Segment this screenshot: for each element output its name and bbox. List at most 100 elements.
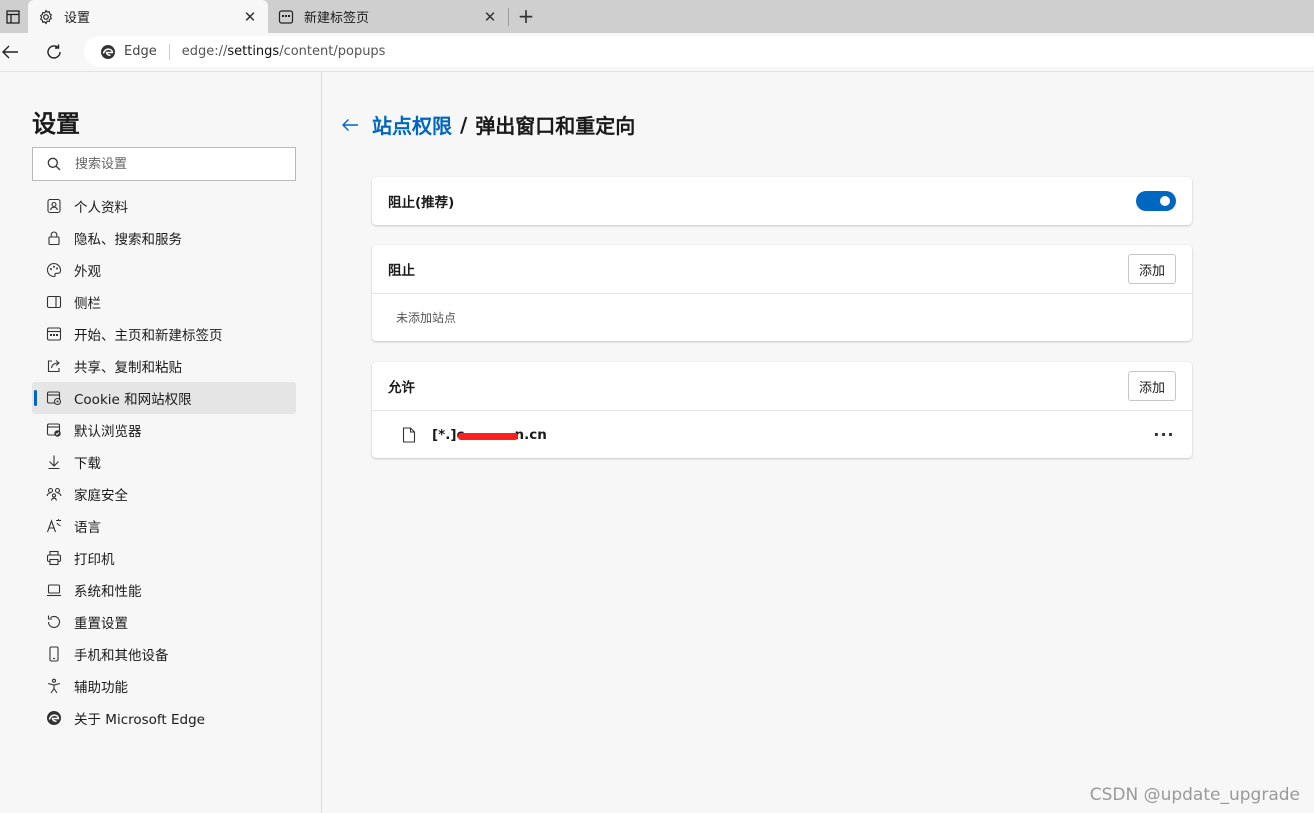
site-identity-label: Edge (124, 44, 157, 59)
profile-icon (46, 198, 62, 214)
sidebar-item-label: Cookie 和网站权限 (74, 392, 192, 408)
tab-title: 新建标签页 (304, 11, 370, 26)
sidebar-item-label: 开始、主页和新建标签页 (74, 328, 223, 344)
download-icon (46, 454, 62, 470)
sidebar-item-label: 个人资料 (74, 200, 128, 216)
sidebar-item-label: 语言 (74, 520, 101, 536)
sidebar-item-cookies[interactable]: Cookie 和网站权限 (32, 382, 296, 414)
breadcrumb: 站点权限 / 弹出窗口和重定向 (340, 110, 635, 139)
add-allow-site-button[interactable]: 添加 (1127, 371, 1176, 401)
sidebar-item-label: 辅助功能 (74, 680, 128, 696)
sidebar-item-profile[interactable]: 个人资料 (32, 190, 296, 222)
cookie-icon (46, 390, 62, 406)
sidebar-item-appearance[interactable]: 外观 (32, 254, 296, 286)
reset-icon (46, 614, 62, 630)
plus-icon: + (517, 4, 535, 28)
accessibility-icon (46, 678, 62, 694)
more-options-button[interactable]: ··· (1152, 425, 1176, 444)
search-icon (47, 157, 61, 171)
allow-section-title: 允许 (388, 380, 415, 396)
site-address: [*.]c n.cn (432, 426, 547, 443)
url-text: edge://settings/content/popups (181, 44, 386, 59)
sidebar-item-label: 家庭安全 (74, 488, 128, 504)
tab-actions-button[interactable] (0, 0, 26, 33)
refresh-icon (47, 44, 61, 59)
sidebar-item-label: 系统和性能 (74, 584, 142, 600)
sidebar-item-sidebar[interactable]: 侧栏 (32, 286, 296, 318)
breadcrumb-separator: / (460, 112, 468, 137)
lock-icon (46, 230, 62, 246)
sidebar-item-label: 手机和其他设备 (74, 648, 169, 664)
sidebar-item-system[interactable]: 系统和性能 (32, 574, 296, 606)
sidebar-item-accessibility[interactable]: 辅助功能 (32, 670, 296, 702)
tab-strip: 设置 ✕ 新建标签页 ✕ + (0, 0, 1314, 33)
breadcrumb-parent-link[interactable]: 站点权限 (372, 110, 452, 139)
back-arrow-icon[interactable] (340, 115, 360, 135)
tab-actions-icon (5, 9, 21, 25)
sidebar-item-privacy[interactable]: 隐私、搜索和服务 (32, 222, 296, 254)
file-icon (402, 426, 416, 443)
address-divider (168, 43, 170, 60)
palette-icon (46, 262, 62, 278)
close-icon[interactable]: ✕ (242, 8, 258, 26)
address-bar[interactable]: Edge edge://settings/content/popups (84, 36, 1314, 67)
laptop-icon (46, 582, 62, 598)
home-icon (46, 326, 62, 342)
list-item: [*.]c n.cn ··· (372, 411, 1192, 458)
block-list-card: 阻止 添加 未添加站点 (372, 245, 1192, 341)
sidebar-item-phone[interactable]: 手机和其他设备 (32, 638, 296, 670)
edge-logo-icon (100, 44, 116, 60)
sidebar-item-label: 侧栏 (74, 296, 101, 312)
sidebar-item-family[interactable]: 家庭安全 (32, 478, 296, 510)
share-icon (46, 358, 62, 374)
sidebar-item-label: 重置设置 (74, 616, 128, 632)
sidebar-item-default-browser[interactable]: 默认浏览器 (32, 414, 296, 446)
tab-new-tab[interactable]: 新建标签页 ✕ (270, 0, 506, 33)
sidebar-item-downloads[interactable]: 下载 (32, 446, 296, 478)
settings-content: 站点权限 / 弹出窗口和重定向 阻止(推荐) 阻止 添加 未添加站点 允许 添加… (322, 72, 1314, 813)
sidebar-item-label: 下载 (74, 456, 101, 472)
sidebar-item-about[interactable]: 关于 Microsoft Edge (32, 702, 296, 734)
block-toggle-switch[interactable] (1136, 191, 1176, 211)
page-title: 弹出窗口和重定向 (475, 114, 636, 138)
tab-settings[interactable]: 设置 ✕ (28, 0, 268, 33)
tab-separator (508, 8, 509, 26)
tab-title: 设置 (64, 11, 91, 26)
empty-list-text: 未添加站点 (396, 311, 457, 325)
allow-list-card: 允许 添加 [*.]c n.cn ··· (372, 362, 1192, 458)
family-icon (46, 486, 62, 502)
search-input[interactable] (73, 155, 277, 173)
sidebar-item-language[interactable]: 语言 (32, 510, 296, 542)
watermark: CSDN @update_upgrade (1089, 785, 1300, 805)
new-tab-button[interactable]: + (515, 4, 537, 28)
block-toggle-label: 阻止(推荐) (388, 195, 455, 211)
sidebar-item-label: 共享、复制和粘贴 (74, 360, 182, 376)
newtab-icon (278, 9, 294, 25)
redaction-mark (458, 432, 518, 440)
browser-icon (46, 422, 62, 438)
sidebar-item-start-home[interactable]: 开始、主页和新建标签页 (32, 318, 296, 350)
printer-icon (46, 550, 62, 566)
sidebar-title: 设置 (32, 110, 80, 138)
sidebar-item-label: 隐私、搜索和服务 (74, 232, 182, 248)
block-toggle-card: 阻止(推荐) (372, 177, 1192, 225)
language-icon (46, 518, 62, 534)
sidebar-item-reset[interactable]: 重置设置 (32, 606, 296, 638)
close-icon[interactable]: ✕ (482, 8, 498, 26)
refresh-button[interactable] (44, 42, 64, 62)
toggle-knob (1160, 196, 1170, 206)
arrow-left-icon (2, 45, 18, 59)
gear-icon (38, 8, 54, 25)
sidebar-item-share[interactable]: 共享、复制和粘贴 (32, 350, 296, 382)
sidebar-icon (46, 294, 62, 310)
sidebar-item-printers[interactable]: 打印机 (32, 542, 296, 574)
settings-menu: 个人资料 隐私、搜索和服务 外观 侧栏 开始、主页和新建标签页 共享、复制和粘贴… (32, 190, 296, 734)
back-button[interactable] (0, 42, 20, 62)
sidebar-item-label: 关于 Microsoft Edge (74, 712, 205, 728)
settings-sidebar: 设置 个人资料 隐私、搜索和服务 外观 侧栏 开始、主页和新建标签页 共享、复制… (0, 72, 322, 813)
search-box[interactable] (32, 147, 296, 181)
edge-logo-icon (46, 710, 62, 726)
add-block-site-button[interactable]: 添加 (1127, 254, 1176, 284)
phone-icon (46, 646, 62, 662)
sidebar-item-label: 默认浏览器 (74, 424, 142, 440)
